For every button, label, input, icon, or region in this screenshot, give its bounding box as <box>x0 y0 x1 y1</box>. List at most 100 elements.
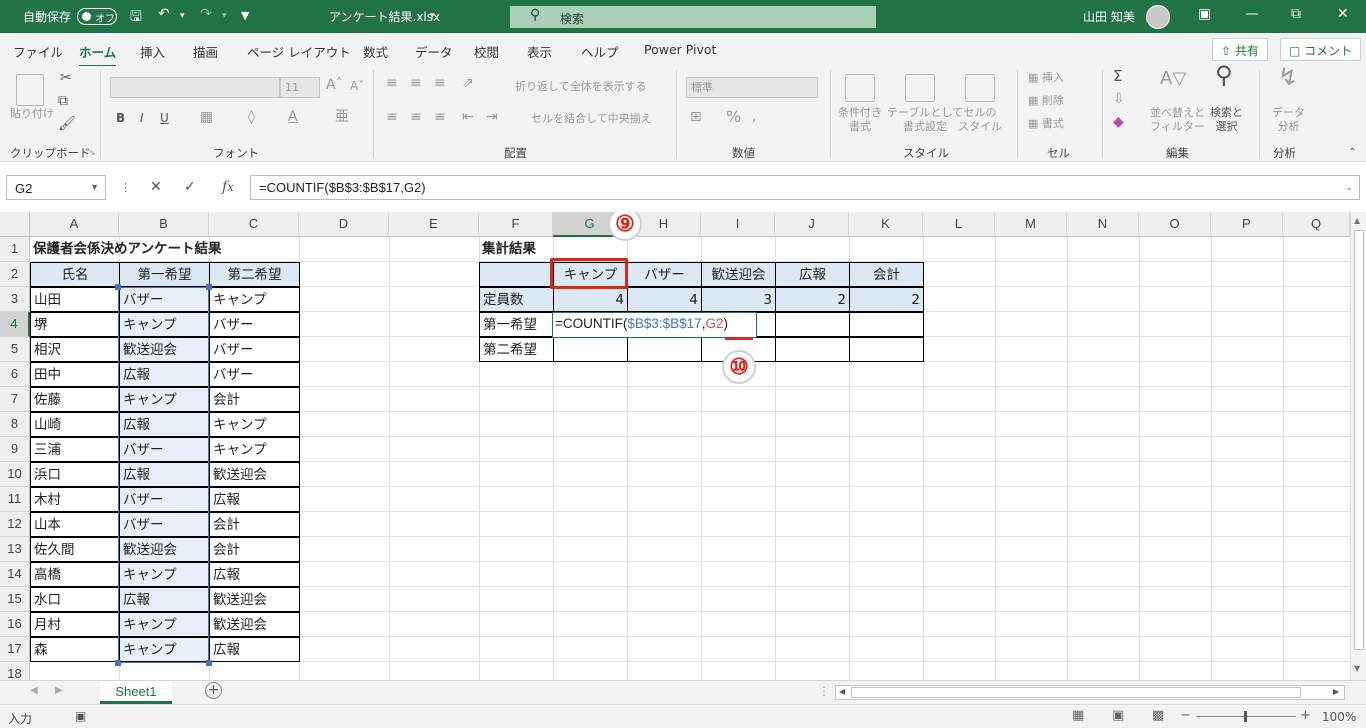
find-select-button[interactable]: 検索と 選択 <box>1210 106 1243 134</box>
scroll-down-icon[interactable]: ▼ <box>1354 664 1360 673</box>
tab-review[interactable]: 校閲 <box>474 42 499 61</box>
undo-dropdown-icon[interactable]: ▾ <box>180 11 185 21</box>
align-bottom-icon[interactable]: ≡ <box>434 76 446 90</box>
wrap-text-button[interactable]: 折り返して全体を表示する <box>515 80 647 94</box>
table-cell[interactable]: キャンプ <box>119 562 210 587</box>
table-cell[interactable]: 会計 <box>209 512 300 537</box>
comma-icon[interactable]: , <box>752 110 756 124</box>
row-header-9[interactable]: 9 <box>0 437 30 462</box>
table-cell[interactable]: 歓送迎会 <box>209 587 300 612</box>
filename-dropdown-icon[interactable]: ▾ <box>430 11 435 21</box>
horizontal-scrollbar[interactable]: ◀ ▶ <box>835 685 1345 700</box>
restore-icon[interactable]: ⧉ <box>1291 6 1301 22</box>
scroll-thumb[interactable] <box>1354 230 1364 650</box>
autosum-icon[interactable]: Σ <box>1113 69 1122 84</box>
close-icon[interactable]: ✕ <box>1337 6 1349 22</box>
summary-header-cell[interactable]: 広報 <box>775 262 850 287</box>
table-cell[interactable]: キャンプ <box>209 412 300 437</box>
format-as-table-button[interactable]: テーブルとして 書式設定 <box>887 106 963 134</box>
row-header-4[interactable]: 4 <box>0 312 30 337</box>
column-header-n[interactable]: N <box>1067 212 1139 237</box>
worksheet-grid[interactable]: ABCDEFGHIJKLMNOPQ 1 2 3 4 5 6 7 8 9 10 11 12 13 14 15 1… <box>0 212 1350 680</box>
cell-styles-button[interactable]: セルの スタイル <box>958 106 1002 134</box>
bold-button[interactable]: B <box>116 111 125 125</box>
formula-input[interactable]: =COUNTIF($B$3:$B$17,G2) ⌄ <box>250 175 1360 200</box>
row-header-15[interactable]: 15 <box>0 587 30 612</box>
row-header-5[interactable]: 5 <box>0 337 30 362</box>
indent-increase-icon[interactable]: ⇥ <box>486 110 498 124</box>
clear-icon[interactable]: ◆ <box>1113 115 1124 129</box>
row-header-16[interactable]: 16 <box>0 612 30 637</box>
find-select-icon[interactable]: ⚲ <box>1215 63 1233 87</box>
tab-data[interactable]: データ <box>415 42 453 61</box>
table-cell[interactable]: 広報 <box>119 412 210 437</box>
scroll-left-icon[interactable]: ◀ <box>839 687 845 696</box>
align-center-icon[interactable]: ≡ <box>410 110 422 124</box>
table-cell[interactable]: バザー <box>119 437 210 462</box>
h-scroll-thumb[interactable] <box>851 687 1301 698</box>
summary-cell[interactable] <box>627 337 702 362</box>
comment-button[interactable]: □ コメント <box>1280 38 1362 61</box>
table-cell[interactable]: 木村 <box>30 487 120 512</box>
tab-page-layout[interactable]: ページ レイアウト <box>247 42 351 61</box>
minimize-icon[interactable]: — <box>1245 6 1259 22</box>
table-cell[interactable]: 水口 <box>30 587 120 612</box>
scroll-right-icon[interactable]: ▶ <box>1333 687 1339 696</box>
table-cell[interactable]: 三浦 <box>30 437 120 462</box>
row-header-11[interactable]: 11 <box>0 487 30 512</box>
summary-header-cell[interactable]: 会計 <box>849 262 924 287</box>
table-cell[interactable]: 会計 <box>209 387 300 412</box>
column-header-c[interactable]: C <box>209 212 299 237</box>
table-cell[interactable]: バザー <box>209 312 300 337</box>
row-header-17[interactable]: 17 <box>0 637 30 662</box>
column-header-m[interactable]: M <box>995 212 1067 237</box>
summary-row-label[interactable]: 第二希望 <box>479 337 554 362</box>
column-header-d[interactable]: D <box>299 212 389 237</box>
row-header-6[interactable]: 6 <box>0 362 30 387</box>
vertical-scrollbar[interactable]: ▲ ▼ <box>1350 212 1366 680</box>
fill-color-icon[interactable]: ◊ <box>248 110 255 124</box>
range-handle[interactable] <box>206 284 212 290</box>
sort-filter-button[interactable]: 並べ替えと フィルター <box>1150 106 1205 134</box>
table-cell[interactable]: 会計 <box>209 537 300 562</box>
table-cell[interactable]: キャンプ <box>119 612 210 637</box>
summary-cell[interactable]: 2 <box>775 287 850 312</box>
summary-cell[interactable] <box>553 337 628 362</box>
row-header-12[interactable]: 12 <box>0 512 30 537</box>
undo-icon[interactable]: ↶ <box>158 6 170 22</box>
save-icon[interactable]: 🖫 <box>130 6 142 30</box>
percent-icon[interactable]: % <box>726 109 741 125</box>
analyze-data-button[interactable]: データ 分析 <box>1272 106 1305 134</box>
sort-filter-icon[interactable]: A▽ <box>1160 70 1186 88</box>
name-box-dropdown-icon[interactable]: ▼ <box>90 182 99 192</box>
tab-draw[interactable]: 描画 <box>193 42 218 61</box>
ribbon-display-icon[interactable]: ▣ <box>1198 6 1211 22</box>
cell-styles-icon[interactable] <box>965 74 995 102</box>
table-cell[interactable]: 山本 <box>30 512 120 537</box>
enter-icon[interactable]: ✓ <box>184 179 196 195</box>
merge-center-button[interactable]: セルを結合して中央揃え <box>531 112 652 126</box>
tab-home[interactable]: ホーム <box>79 42 117 68</box>
table-cell[interactable]: バザー <box>119 287 210 312</box>
font-name-box[interactable] <box>110 77 280 98</box>
table-cell[interactable]: 佐久間 <box>30 537 120 562</box>
tab-power-pivot[interactable]: Power Pivot <box>644 42 716 57</box>
summary-cell[interactable]: 4 <box>553 287 628 312</box>
analyze-data-icon[interactable]: ↯ <box>1278 65 1298 89</box>
align-top-icon[interactable]: ≡ <box>386 76 398 90</box>
font-color-icon[interactable]: A <box>288 110 298 124</box>
tab-insert[interactable]: 挿入 <box>140 42 165 61</box>
conditional-format-icon[interactable] <box>845 74 875 102</box>
summary-cell[interactable] <box>775 312 850 337</box>
select-all-corner[interactable] <box>0 212 30 237</box>
table-header-cell[interactable]: 第一希望 <box>119 262 210 287</box>
page-layout-view-icon[interactable]: ▣ <box>1112 708 1124 723</box>
share-button[interactable]: ⇧ 共有 <box>1212 38 1268 61</box>
cut-icon[interactable]: ✂ <box>60 71 72 85</box>
tab-split-icon[interactable]: ⋮ <box>818 684 830 698</box>
table-cell[interactable]: 歓送迎会 <box>209 612 300 637</box>
search-box[interactable]: ⚲ 検索 <box>510 6 876 28</box>
tab-view[interactable]: 表示 <box>527 42 552 61</box>
tab-file[interactable]: ファイル <box>13 42 63 61</box>
summary-header-cell[interactable]: バザー <box>627 262 702 287</box>
